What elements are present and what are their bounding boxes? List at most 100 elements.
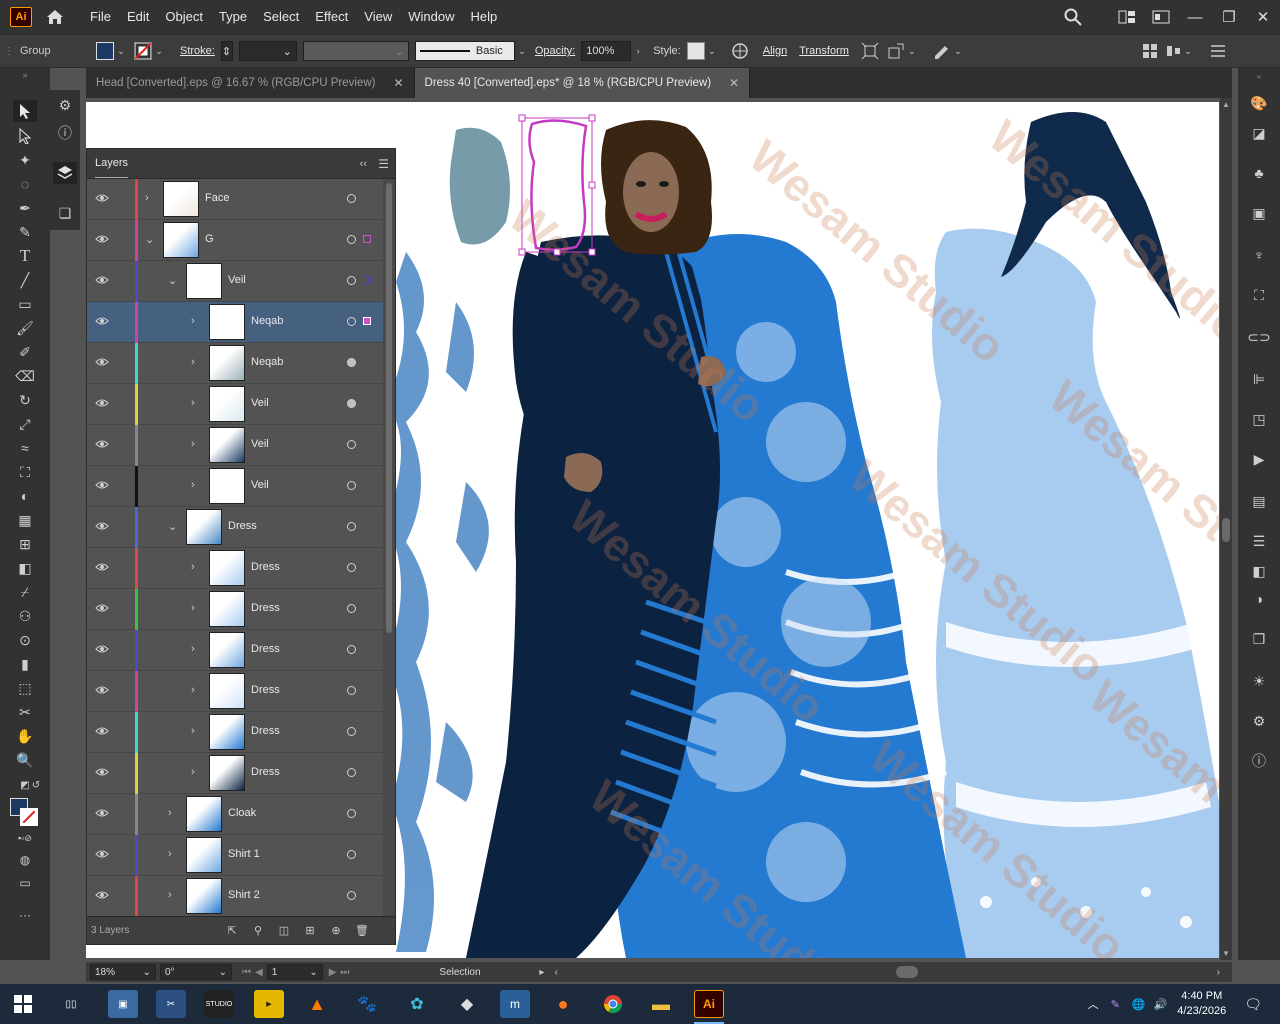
player-app-icon[interactable]: ▶ [254, 990, 284, 1018]
gimp-app-icon[interactable]: 🐾 [352, 990, 382, 1018]
make-clipping-mask-icon[interactable]: ◫ [277, 924, 291, 938]
fill-swatch-group[interactable]: ⌄ [96, 42, 128, 60]
layer-row[interactable]: › Dress [87, 712, 383, 753]
menu-view[interactable]: View [356, 0, 400, 34]
visibility-eye-icon[interactable] [95, 437, 109, 451]
target-circle-icon[interactable] [347, 235, 356, 244]
artboard-navigation[interactable]: 1 ⌄ [266, 964, 323, 980]
layer-name[interactable]: Veil [251, 438, 269, 450]
symbol-sprayer-tool-icon[interactable]: ⊙ [13, 629, 37, 651]
horizontal-scroll-thumb[interactable] [896, 966, 918, 978]
distribute-icon[interactable] [1166, 44, 1181, 58]
layer-row[interactable]: › Shirt 1 [87, 835, 383, 876]
target-circle-icon[interactable] [347, 891, 356, 900]
file-explorer-icon[interactable]: ▬ [646, 990, 676, 1018]
new-sublayer-icon[interactable]: ⊞ [303, 924, 317, 938]
vertical-scrollbar[interactable]: ▲ ▼ [1220, 98, 1232, 960]
line-tool-icon[interactable]: ╱ [13, 269, 37, 291]
stroke-swatch[interactable] [134, 42, 152, 60]
target-circle-icon[interactable] [347, 276, 356, 285]
eraser-tool-icon[interactable]: ⌫ [13, 365, 37, 387]
target-circle-icon[interactable] [347, 645, 356, 654]
selection-indicator[interactable] [363, 235, 371, 243]
layer-name[interactable]: Dress [251, 684, 280, 696]
chevron-right-icon[interactable]: › [168, 807, 172, 819]
chevron-down-icon[interactable]: ⌄ [515, 42, 529, 60]
target-circle-icon[interactable] [347, 481, 356, 490]
layer-name[interactable]: Neqab [251, 356, 283, 368]
chevron-right-icon[interactable]: › [191, 561, 195, 573]
search-icon[interactable] [1056, 0, 1090, 34]
menu-edit[interactable]: Edit [119, 0, 157, 34]
panel-menu-icon[interactable] [1210, 45, 1225, 57]
curvature-tool-icon[interactable]: ✎ [13, 221, 37, 243]
layer-row[interactable]: › Veil [87, 384, 383, 425]
tab-head[interactable]: Head [Converted].eps @ 16.67 % (RGB/CPU … [86, 68, 415, 98]
document-info-icon[interactable]: ⓘ [1247, 750, 1271, 772]
visibility-eye-icon[interactable] [95, 232, 109, 246]
opacity-field[interactable]: 100% › [581, 41, 645, 61]
visibility-eye-icon[interactable] [95, 806, 109, 820]
align-link[interactable]: Align [763, 45, 787, 57]
asset-export-icon[interactable]: ▤ [1247, 490, 1271, 512]
layer-name[interactable]: Veil [228, 274, 246, 286]
target-circle-icon[interactable] [347, 686, 356, 695]
layer-row[interactable]: › Dress [87, 671, 383, 712]
chevron-down-icon[interactable]: ⌄ [114, 42, 128, 60]
properties-panel-icon[interactable]: ⚙ [53, 94, 77, 116]
scroll-right-icon[interactable]: › [1217, 967, 1220, 978]
layer-name[interactable]: Dress [251, 725, 280, 737]
layer-row[interactable]: › Neqab [87, 343, 383, 384]
previous-artboard-icon[interactable]: ◀ [255, 967, 263, 978]
status-menu-icon[interactable]: ▸ [539, 967, 544, 978]
photos-app-icon[interactable]: ▣ [108, 990, 138, 1018]
target-circle-icon[interactable] [347, 399, 356, 408]
brushes-panel-icon[interactable]: ♆ [1247, 244, 1271, 266]
shape-builder-tool-icon[interactable]: ◐ [13, 485, 37, 507]
layer-name[interactable]: Shirt 2 [228, 889, 260, 901]
gradient-panel-icon[interactable]: ◧ [1247, 560, 1271, 582]
collapse-panel-icon[interactable]: ‹‹ [360, 158, 367, 170]
visibility-eye-icon[interactable] [95, 314, 109, 328]
selection-indicator[interactable] [363, 276, 371, 284]
new-layer-icon[interactable]: ⊕ [329, 924, 343, 938]
direct-selection-tool-icon[interactable] [13, 125, 37, 147]
color-guide-icon[interactable]: ◪ [1247, 122, 1271, 144]
windows-start-icon[interactable] [8, 990, 38, 1018]
stroke-panel-icon[interactable]: ☰ [1247, 530, 1271, 552]
libraries-panel-icon[interactable]: ▣ [1247, 202, 1271, 224]
firefox-app-icon[interactable]: ● [548, 990, 578, 1018]
tray-overflow-icon[interactable]: ︿ [1088, 996, 1099, 1012]
layer-row[interactable]: › Veil [87, 425, 383, 466]
layer-row[interactable]: › Shirt 2 [87, 876, 383, 917]
stroke-color-icon[interactable] [20, 808, 38, 826]
align-panel-icon[interactable]: ⊫ [1247, 368, 1271, 390]
visibility-eye-icon[interactable] [95, 191, 109, 205]
transform-link[interactable]: Transform [799, 45, 849, 57]
color-mode-icon[interactable]: ▪▫⊘ [13, 831, 37, 845]
target-circle-icon[interactable] [347, 809, 356, 818]
target-circle-icon[interactable] [347, 604, 356, 613]
visibility-eye-icon[interactable] [95, 888, 109, 902]
layer-row[interactable]: ⌄ Dress [87, 507, 383, 548]
transparency-panel-icon[interactable]: ◑ [1247, 588, 1271, 610]
pen-tray-icon[interactable]: ✎ [1111, 998, 1120, 1011]
layer-row[interactable]: › Face [87, 179, 383, 220]
appearance-panel-icon[interactable]: ☀ [1247, 670, 1271, 692]
layer-name[interactable]: Face [205, 192, 229, 204]
slice-tool-icon[interactable]: ✂ [13, 701, 37, 723]
scroll-left-icon[interactable]: ‹ [554, 967, 557, 978]
chevron-right-icon[interactable]: › [191, 315, 195, 327]
swap-colors-icon[interactable]: ↺ [30, 777, 42, 793]
chevron-right-icon[interactable]: › [191, 397, 195, 409]
visibility-eye-icon[interactable] [95, 847, 109, 861]
menu-file[interactable]: File [82, 0, 119, 34]
inkscape-app-icon[interactable]: ◆ [452, 990, 482, 1018]
opacity-value[interactable]: 100% [581, 41, 632, 61]
layer-name[interactable]: Veil [251, 397, 269, 409]
rotate-tool-icon[interactable]: ↻ [13, 389, 37, 411]
eyedropper-tool-icon[interactable]: ⌿ [13, 581, 37, 603]
actions-panel-icon[interactable]: ▶ [1247, 448, 1271, 470]
menu-select[interactable]: Select [255, 0, 307, 34]
visibility-eye-icon[interactable] [95, 765, 109, 779]
